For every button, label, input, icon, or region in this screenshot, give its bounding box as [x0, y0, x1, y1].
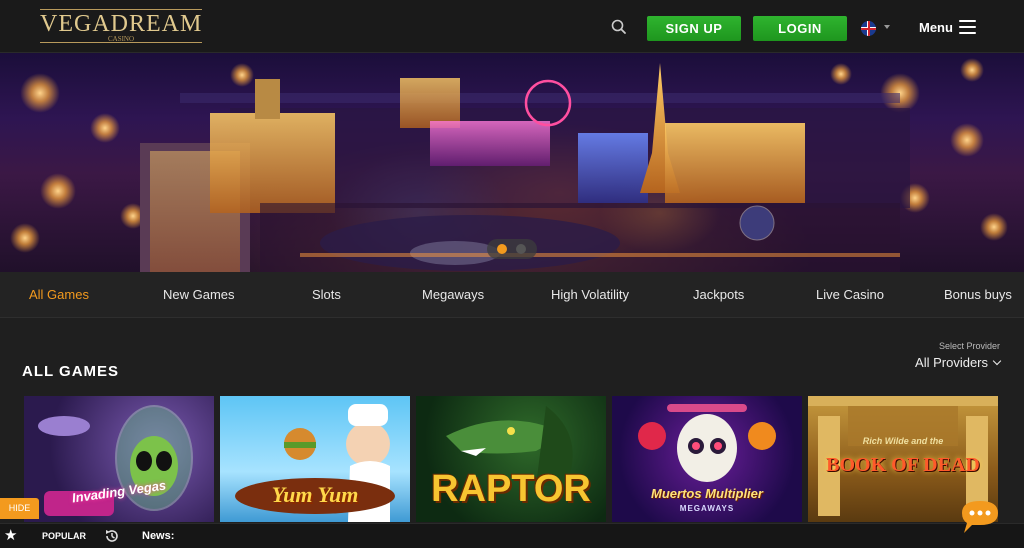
hamburger-icon	[959, 20, 976, 35]
game-title: BOOK OF DEAD	[826, 454, 980, 476]
game-subtitle: Rich Wilde and the	[862, 436, 944, 446]
game-title: RAPTOR	[431, 468, 591, 510]
hide-button[interactable]: HIDE	[0, 498, 39, 519]
top-header: VEGADREAM CASINO SIGN UP LOGIN Menu	[0, 0, 1024, 53]
logo-subtext: CASINO	[107, 35, 135, 43]
tab-slots[interactable]: Slots	[312, 287, 341, 302]
provider-value: All Providers	[915, 355, 988, 370]
uk-flag-icon	[861, 21, 876, 36]
tab-megaways[interactable]: Megaways	[422, 287, 484, 302]
language-selector[interactable]	[861, 20, 893, 36]
game-tile-raptor[interactable]: RAPTOR	[416, 396, 606, 522]
vegadream-logo[interactable]: VEGADREAM CASINO	[40, 9, 202, 43]
logo-text: VEGADREAM	[40, 11, 203, 37]
bottom-bar: ★ POPULAR News:	[0, 523, 1024, 548]
tab-live-casino[interactable]: Live Casino	[816, 287, 884, 302]
popular-link[interactable]: POPULAR	[42, 531, 86, 541]
news-label: News:	[142, 530, 175, 542]
chevron-down-icon	[992, 356, 1002, 366]
category-tabs: All Games New Games Slots Megaways High …	[0, 272, 1024, 318]
game-subtitle: MEGAWAYS	[679, 504, 735, 513]
game-title: Yum Yum	[271, 482, 359, 507]
chevron-down-icon	[884, 25, 890, 29]
sign-up-button[interactable]: SIGN UP	[647, 16, 741, 41]
chat-icon[interactable]	[958, 499, 1002, 535]
game-tile-muertos-multiplier[interactable]: Muertos Multiplier MEGAWAYS	[612, 396, 802, 522]
game-tile-invading-vegas[interactable]: Invading Vegas	[24, 396, 214, 522]
slide-dot[interactable]	[516, 244, 526, 254]
tab-high-volatility[interactable]: High Volatility	[551, 287, 629, 302]
tab-new-games[interactable]: New Games	[163, 287, 235, 302]
search-icon[interactable]	[610, 18, 628, 36]
star-icon[interactable]: ★	[4, 528, 17, 543]
slide-dot-active[interactable]	[497, 244, 507, 254]
hero-banner[interactable]	[0, 53, 1024, 272]
game-tile-yum-yum[interactable]: Yum Yum	[220, 396, 410, 522]
history-icon[interactable]	[104, 528, 120, 544]
game-title: Muertos Multiplier	[651, 486, 763, 501]
login-button[interactable]: LOGIN	[753, 16, 847, 41]
menu-label: Menu	[919, 20, 953, 35]
page: VEGADREAM CASINO SIGN UP LOGIN Menu All …	[0, 0, 1024, 548]
provider-dropdown[interactable]: All Providers	[915, 355, 1002, 370]
provider-label: Select Provider	[938, 341, 1000, 351]
tab-jackpots[interactable]: Jackpots	[693, 287, 744, 302]
tab-bonus-buys[interactable]: Bonus buys	[944, 287, 1012, 302]
games-section: ALL GAMES Select Provider All Providers …	[0, 319, 1024, 548]
hero-slider-dots	[487, 239, 537, 259]
section-title: ALL GAMES	[22, 363, 120, 380]
tab-all-games[interactable]: All Games	[29, 287, 89, 302]
